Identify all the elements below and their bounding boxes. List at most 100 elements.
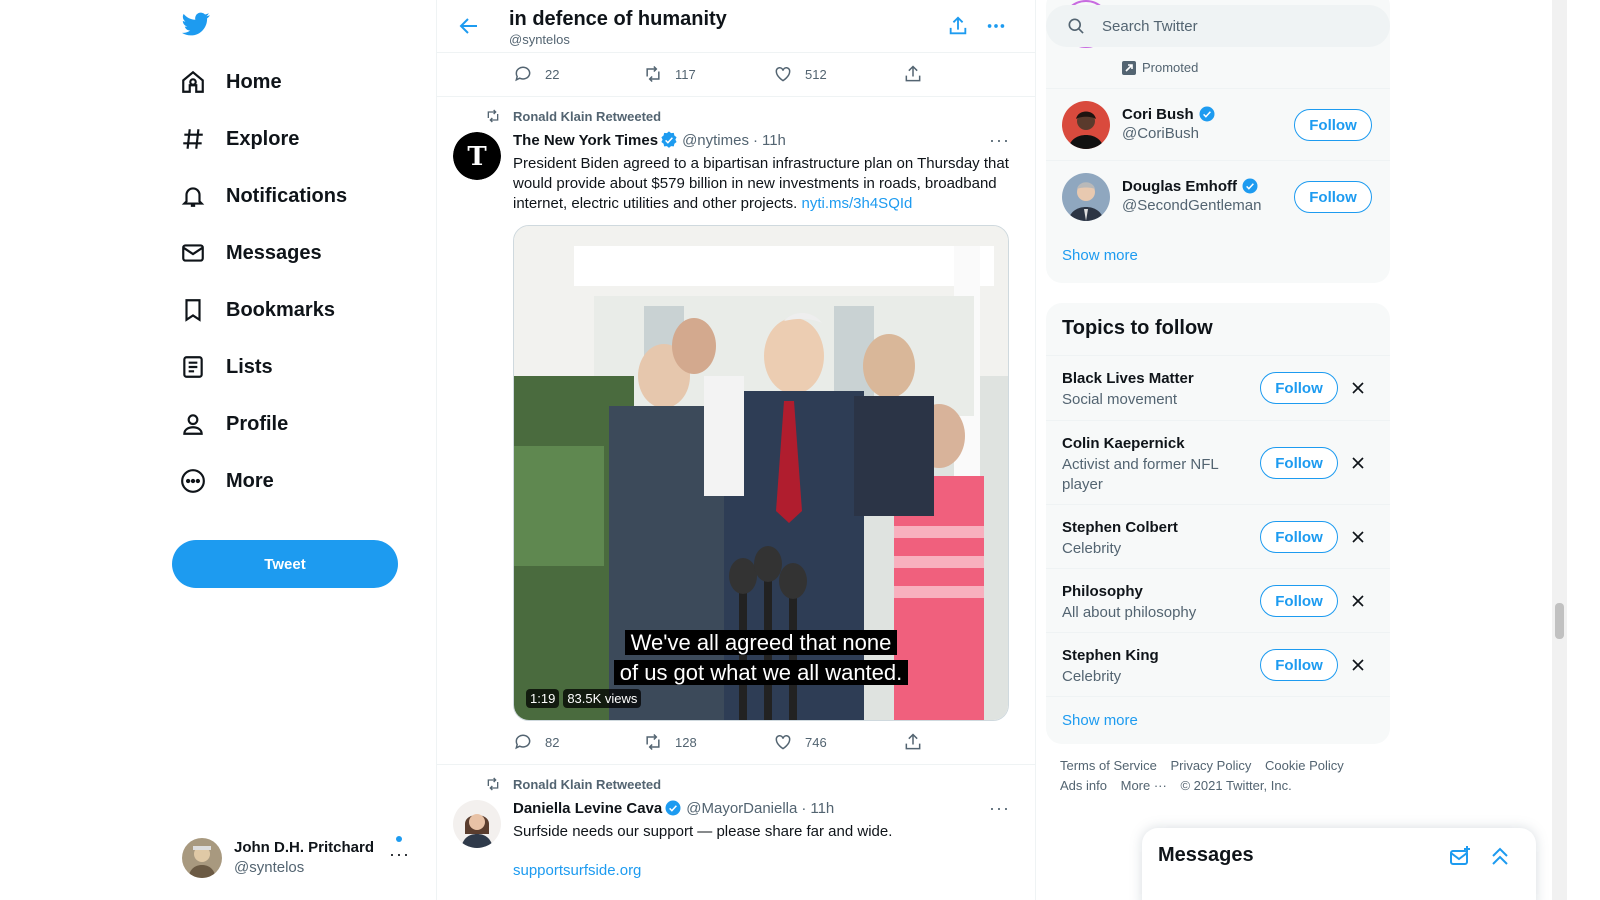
page-handle: @syntelos [509,32,570,47]
nytimes-avatar[interactable]: T [453,132,501,180]
account-name: Douglas Emhoff [1122,177,1237,195]
tweet-time[interactable]: 11h [810,800,834,817]
reply-button[interactable]: 82 [513,732,643,752]
like-count: 512 [805,66,827,82]
tweet-nytimes[interactable]: Ronald Klain Retweeted T The New York Ti… [437,97,1035,765]
messages-drawer[interactable]: Messages [1142,828,1536,900]
messages-drawer-title: Messages [1158,844,1254,866]
tweet-mayordaniella[interactable]: Ronald Klain Retweeted Daniella Levine C… [437,765,1035,900]
follow-button[interactable]: Follow [1294,181,1372,213]
timeline-header: in defence of humanity @syntelos [437,0,1035,53]
reply-button[interactable]: 22 [513,64,643,84]
who-to-follow-item[interactable]: Cori Bush @CoriBush Follow [1046,88,1390,160]
promoted-label: Promoted [1122,60,1198,75]
close-icon[interactable] [1348,655,1368,675]
share-tweet-button[interactable] [903,732,1033,752]
nav-lists[interactable]: Lists [180,344,273,390]
reply-count: 82 [545,734,560,750]
retweet-count: 128 [675,734,697,750]
like-button[interactable]: 746 [773,732,903,752]
back-arrow-icon[interactable] [457,14,481,38]
topic-item[interactable]: Stephen King Celebrity Follow [1046,632,1390,696]
tweet-more-icon[interactable]: ··· [989,130,1010,151]
mayordaniella-avatar[interactable] [453,800,501,848]
nav-notifications[interactable]: Notifications [180,173,347,219]
envelope-icon [180,240,206,266]
nav-home[interactable]: Home [180,59,282,105]
close-icon[interactable] [1348,591,1368,611]
topic-name: Black Lives Matter [1062,370,1194,387]
right-sidebar: Promoted Cori Bush @CoriBush Follow Doug… [1046,0,1396,900]
account-more-icon[interactable]: ··· [389,844,410,865]
twitter-logo-icon[interactable] [180,10,212,42]
share-icon[interactable] [947,15,971,39]
who-to-follow-item[interactable]: Douglas Emhoff @SecondGentleman Follow [1046,160,1390,232]
ads-info-link[interactable]: Ads info [1060,778,1107,793]
author-handle[interactable]: @MayorDaniella [686,800,797,817]
scrollbar-thumb[interactable] [1555,603,1564,639]
twitter-app: Home Explore Notifications Messages Book… [0,0,1600,900]
author-handle[interactable]: @nytimes [682,132,749,149]
topic-description: Celebrity [1062,540,1122,557]
verified-badge-icon [661,131,677,148]
follow-button[interactable]: Follow [1260,585,1338,617]
retweet-button[interactable]: 128 [643,732,773,752]
follow-button[interactable]: Follow [1260,447,1338,479]
more-link[interactable]: More ··· [1121,778,1167,793]
nav-messages-label: Messages [226,241,322,264]
retweet-context: Ronald Klain Retweeted [485,108,661,124]
follow-button[interactable]: Follow [1294,109,1372,141]
search-input[interactable] [1102,17,1372,35]
privacy-link[interactable]: Privacy Policy [1170,758,1251,773]
new-message-icon[interactable] [1448,844,1472,868]
bell-icon [180,183,206,209]
nav-explore[interactable]: Explore [180,116,299,162]
retweet-button[interactable]: 117 [643,64,773,84]
topic-item[interactable]: Stephen Colbert Celebrity Follow [1046,504,1390,568]
author-name[interactable]: Daniella Levine Cava [513,800,662,817]
account-name: Cori Bush [1122,105,1194,123]
more-horizontal-icon[interactable] [985,15,1009,39]
search-bar[interactable] [1046,5,1390,47]
follow-button[interactable]: Follow [1260,649,1338,681]
show-more-link[interactable]: Show more [1062,247,1138,264]
chevron-double-up-icon[interactable] [1488,844,1512,868]
nav-messages[interactable]: Messages [180,230,322,276]
tweet-link[interactable]: nyti.ms/3h4SQId [801,195,912,212]
share-icon [905,65,921,82]
promoted-text: Promoted [1142,60,1199,75]
close-icon[interactable] [1348,527,1368,547]
tweet-link[interactable]: supportsurfside.org [513,861,1013,881]
tweet-time[interactable]: 11h [762,132,786,149]
tweet-button[interactable]: Tweet [172,540,398,588]
topic-name: Stephen Colbert [1062,519,1178,536]
video-duration: 1:19 [526,689,560,708]
reply-icon [515,66,531,82]
show-more-link[interactable]: Show more [1062,712,1138,729]
topic-item[interactable]: Philosophy All about philosophy Follow [1046,568,1390,632]
account-switcher[interactable]: John D.H. Pritchard @syntelos ··· [182,830,422,886]
cookie-link[interactable]: Cookie Policy [1265,758,1344,773]
share-tweet-button[interactable] [903,64,1033,84]
follow-button[interactable]: Follow [1260,521,1338,553]
topic-item[interactable]: Colin Kaepernick Activist and former NFL… [1046,420,1390,504]
close-icon[interactable] [1348,453,1368,473]
author-name[interactable]: The New York Times [513,132,658,149]
close-icon[interactable] [1348,378,1368,398]
nav-more[interactable]: More [180,458,274,504]
nav-profile[interactable]: Profile [180,401,288,447]
terms-link[interactable]: Terms of Service [1060,758,1157,773]
tweet-more-icon[interactable]: ··· [989,798,1010,819]
topic-item[interactable]: Black Lives Matter Social movement Follo… [1046,355,1390,420]
tweet-video[interactable]: We've all agreed that none of us got wha… [513,225,1009,721]
topic-description: All about philosophy [1062,604,1197,621]
like-button[interactable]: 512 [773,64,903,84]
nav-bookmarks-label: Bookmarks [226,298,335,321]
follow-button[interactable]: Follow [1260,372,1338,404]
left-sidebar: Home Explore Notifications Messages Book… [0,0,436,900]
nav-lists-label: Lists [226,355,273,378]
retweet-context: Ronald Klain Retweeted [485,776,661,792]
nav-bookmarks[interactable]: Bookmarks [180,287,335,333]
page-scrollbar[interactable] [1552,0,1567,900]
home-icon [180,69,206,95]
